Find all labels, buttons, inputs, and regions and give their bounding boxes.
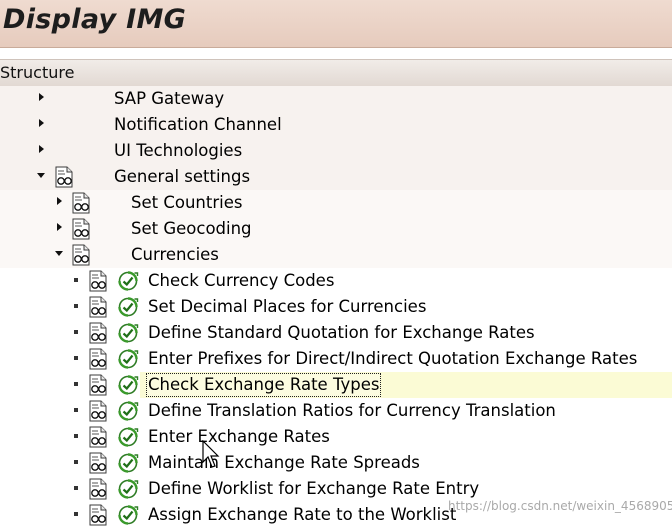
expand-arrow-icon[interactable] — [39, 145, 44, 153]
leaf-bullet-icon — [74, 486, 78, 490]
execute-activity-icon[interactable] — [117, 374, 139, 396]
tree-node-label[interactable]: Define Standard Quotation for Exchange R… — [148, 322, 535, 344]
tree-node-label[interactable]: Set Countries — [131, 192, 242, 214]
mouse-cursor-icon — [202, 440, 220, 468]
tree-node-label[interactable]: Define Translation Ratios for Currency T… — [148, 400, 556, 422]
tree-node-currencies[interactable]: Currencies — [0, 242, 672, 268]
documentation-icon[interactable] — [89, 374, 107, 396]
leaf-bullet-icon — [74, 356, 78, 360]
expand-arrow-icon[interactable] — [39, 119, 44, 127]
tree-node-label-selected[interactable]: Check Exchange Rate Types — [145, 373, 382, 397]
tree-node-label[interactable]: General settings — [114, 166, 250, 188]
tree-node-label[interactable]: Notification Channel — [114, 114, 282, 136]
leaf-bullet-icon — [74, 278, 78, 282]
expand-arrow-icon[interactable] — [57, 223, 62, 231]
documentation-icon[interactable] — [89, 478, 107, 500]
tree-node-define-translation-ratios[interactable]: Define Translation Ratios for Currency T… — [0, 398, 672, 424]
execute-activity-icon[interactable] — [117, 452, 139, 474]
tree-node-label[interactable]: Set Geocoding — [131, 218, 252, 240]
execute-activity-icon[interactable] — [117, 296, 139, 318]
execute-activity-icon[interactable] — [117, 322, 139, 344]
tree-node-label[interactable]: Assign Exchange Rate to the Worklist — [148, 504, 456, 526]
documentation-icon[interactable] — [72, 218, 90, 240]
tree-node-label[interactable]: Enter Exchange Rates — [148, 426, 330, 448]
watermark-text: https://blog.csdn.net/weixin_45689053 — [448, 499, 672, 513]
tree-node-enter-prefixes[interactable]: Enter Prefixes for Direct/Indirect Quota… — [0, 346, 672, 372]
tree-node-label[interactable]: Check Currency Codes — [148, 270, 334, 292]
tree-node-label[interactable]: UI Technologies — [114, 140, 242, 162]
tree-node-enter-exchange-rates[interactable]: Enter Exchange Rates — [0, 424, 672, 450]
tree-node-general-settings[interactable]: General settings — [0, 164, 672, 190]
documentation-icon[interactable] — [72, 244, 90, 266]
leaf-bullet-icon — [74, 304, 78, 308]
expand-arrow-icon[interactable] — [39, 93, 44, 101]
tree-node-label[interactable]: Maintain Exchange Rate Spreads — [148, 452, 420, 474]
leaf-bullet-icon — [74, 434, 78, 438]
tree-node-label[interactable]: SAP Gateway — [114, 88, 224, 110]
tree-node-set-decimal-places[interactable]: Set Decimal Places for Currencies — [0, 294, 672, 320]
leaf-bullet-icon — [74, 382, 78, 386]
tree-node-define-standard-quotation[interactable]: Define Standard Quotation for Exchange R… — [0, 320, 672, 346]
tree-node-check-currency-codes[interactable]: Check Currency Codes — [0, 268, 672, 294]
execute-activity-icon[interactable] — [117, 478, 139, 500]
tree-node-ui-technologies[interactable]: UI Technologies — [0, 138, 672, 164]
collapse-arrow-icon[interactable] — [37, 173, 45, 178]
execute-activity-icon[interactable] — [117, 348, 139, 370]
tree-node-label[interactable]: Define Worklist for Exchange Rate Entry — [148, 478, 479, 500]
documentation-icon[interactable] — [89, 270, 107, 292]
documentation-icon[interactable] — [89, 400, 107, 422]
execute-activity-icon[interactable] — [117, 426, 139, 448]
tree-node-maintain-exchange-rate-spreads[interactable]: Maintain Exchange Rate Spreads — [0, 450, 672, 476]
tree-node-label[interactable]: Currencies — [131, 244, 219, 266]
documentation-icon[interactable] — [89, 426, 107, 448]
collapse-arrow-icon[interactable] — [55, 251, 63, 256]
documentation-icon[interactable] — [55, 166, 73, 188]
tree-node-notification-channel[interactable]: Notification Channel — [0, 112, 672, 138]
tree-node-check-exchange-rate-types[interactable]: Check Exchange Rate Types — [0, 372, 672, 398]
documentation-icon[interactable] — [89, 452, 107, 474]
tree-node-label[interactable]: Enter Prefixes for Direct/Indirect Quota… — [148, 348, 637, 370]
documentation-icon[interactable] — [89, 348, 107, 370]
documentation-icon[interactable] — [89, 322, 107, 344]
execute-activity-icon[interactable] — [117, 504, 139, 526]
tree-node-label[interactable]: Set Decimal Places for Currencies — [148, 296, 426, 318]
documentation-icon[interactable] — [72, 192, 90, 214]
execute-activity-icon[interactable] — [117, 270, 139, 292]
leaf-bullet-icon — [74, 408, 78, 412]
expand-arrow-icon[interactable] — [57, 197, 62, 205]
leaf-bullet-icon — [74, 512, 78, 516]
leaf-bullet-icon — [74, 330, 78, 334]
execute-activity-icon[interactable] — [117, 400, 139, 422]
documentation-icon[interactable] — [89, 504, 107, 526]
tree-node-set-geocoding[interactable]: Set Geocoding — [0, 216, 672, 242]
title-bar: Display IMG — [0, 0, 672, 48]
page-title: Display IMG — [3, 4, 187, 35]
documentation-icon[interactable] — [89, 296, 107, 318]
column-header: Structure — [0, 59, 672, 87]
leaf-bullet-icon — [74, 460, 78, 464]
img-structure-tree: SAP Gateway Notification Channel UI Tech… — [0, 86, 672, 528]
tree-node-set-countries[interactable]: Set Countries — [0, 190, 672, 216]
tree-node-sap-gateway[interactable]: SAP Gateway — [0, 86, 672, 112]
column-header-structure[interactable]: Structure — [0, 63, 74, 82]
